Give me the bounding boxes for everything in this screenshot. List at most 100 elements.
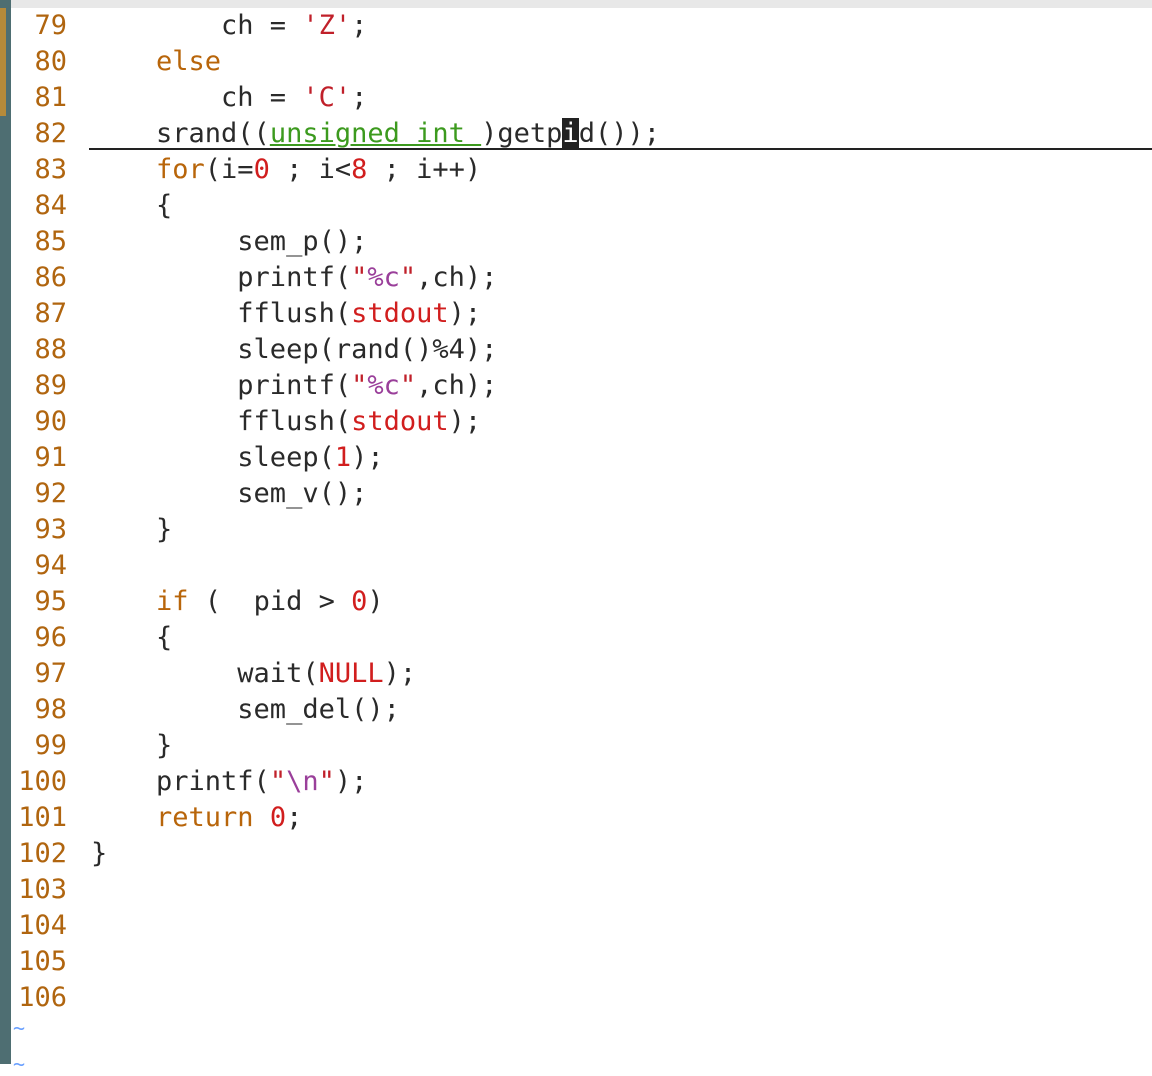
- code-token: sem_del();: [91, 694, 400, 725]
- line-number: 79: [34, 10, 67, 41]
- code-token: ch =: [91, 10, 303, 41]
- code-editor[interactable]: 79 ch = 'Z'; 80 else 81 ch = 'C'; 82 srand(…: [11, 8, 1152, 1076]
- code-line[interactable]: 89 printf("%c",ch);: [11, 368, 1152, 404]
- code-text[interactable]: if ( pid > 0): [91, 584, 384, 620]
- code-line[interactable]: 99 }: [11, 728, 1152, 764]
- code-token: fflush(: [91, 298, 352, 329]
- code-text[interactable]: printf("\n");: [91, 764, 367, 800]
- code-token: %c: [367, 262, 400, 293]
- line-number: 103: [18, 874, 67, 905]
- code-token: );: [334, 766, 368, 797]
- code-text[interactable]: for(i=0 ; i<8 ; i++): [91, 152, 481, 188]
- code-token: );: [351, 442, 384, 473]
- code-token: 0: [351, 586, 368, 617]
- code-text[interactable]: ch = 'C';: [91, 80, 367, 116]
- code-line[interactable]: 102}: [11, 836, 1152, 872]
- code-token: srand((: [91, 118, 270, 149]
- code-text[interactable]: }: [91, 728, 172, 764]
- code-token: ": [318, 766, 335, 797]
- code-text[interactable]: return 0;: [91, 800, 302, 836]
- code-token: ": [399, 370, 417, 401]
- code-line[interactable]: 100 printf("\n");: [11, 764, 1152, 800]
- code-line[interactable]: 96 {: [11, 620, 1152, 656]
- code-token: if: [91, 586, 189, 617]
- code-line[interactable]: 98 sem_del();: [11, 692, 1152, 728]
- code-text[interactable]: wait(NULL);: [91, 656, 416, 692]
- code-token: ": [399, 262, 417, 293]
- code-line[interactable]: 94: [11, 548, 1152, 584]
- code-line[interactable]: 80 else: [11, 44, 1152, 80]
- code-token: {: [91, 622, 173, 653]
- code-text[interactable]: {: [91, 620, 172, 656]
- line-number: 99: [34, 730, 67, 761]
- line-number: 94: [34, 550, 67, 581]
- code-line[interactable]: 85 sem_p();: [11, 224, 1152, 260]
- text-cursor: i: [562, 118, 579, 149]
- line-number: 89: [34, 370, 67, 401]
- code-line[interactable]: 84 {: [11, 188, 1152, 224]
- code-text[interactable]: sem_p();: [91, 224, 367, 260]
- line-number: 102: [18, 838, 67, 869]
- left-edge-notch: [0, 8, 6, 116]
- code-line[interactable]: 82 srand((unsigned int )getpid());: [11, 116, 1152, 152]
- code-text[interactable]: fflush(stdout);: [91, 404, 481, 440]
- code-token: }: [91, 730, 173, 761]
- code-line[interactable]: 95 if ( pid > 0): [11, 584, 1152, 620]
- code-line[interactable]: 81 ch = 'C';: [11, 80, 1152, 116]
- code-line[interactable]: 79 ch = 'Z';: [11, 8, 1152, 44]
- code-line[interactable]: 83 for(i=0 ; i<8 ; i++): [11, 152, 1152, 188]
- line-number: 97: [34, 658, 67, 689]
- code-token: (i=: [204, 154, 254, 185]
- code-token: ": [351, 262, 368, 293]
- code-text[interactable]: printf("%c",ch);: [91, 368, 497, 404]
- line-number: 101: [18, 802, 67, 833]
- code-token: );: [448, 298, 482, 329]
- code-line[interactable]: 87 fflush(stdout);: [11, 296, 1152, 332]
- code-token: ,ch);: [416, 370, 498, 401]
- code-token: NULL: [318, 658, 384, 689]
- code-token: );: [448, 406, 482, 437]
- line-number: 80: [34, 46, 67, 77]
- code-text[interactable]: sem_del();: [91, 692, 400, 728]
- code-line[interactable]: 103: [11, 872, 1152, 908]
- code-text[interactable]: ch = 'Z';: [91, 8, 367, 44]
- code-token: ; i++): [367, 154, 482, 185]
- code-line[interactable]: 86 printf("%c",ch);: [11, 260, 1152, 296]
- code-text[interactable]: sleep(1);: [91, 440, 384, 476]
- code-text[interactable]: printf("%c",ch);: [91, 260, 497, 296]
- code-token: printf(: [91, 370, 352, 401]
- code-line[interactable]: 91 sleep(1);: [11, 440, 1152, 476]
- code-line[interactable]: 90 fflush(stdout);: [11, 404, 1152, 440]
- code-token: sem_v();: [91, 478, 368, 509]
- line-number: 82: [34, 118, 67, 149]
- line-number: 87: [34, 298, 67, 329]
- code-token: printf(: [91, 262, 352, 293]
- code-token: 0: [253, 154, 270, 185]
- code-token: printf(: [91, 766, 270, 797]
- code-token: sleep(rand()%4);: [91, 334, 498, 365]
- code-line[interactable]: 93 }: [11, 512, 1152, 548]
- code-text[interactable]: fflush(stdout);: [91, 296, 481, 332]
- code-line[interactable]: 104: [11, 908, 1152, 944]
- line-number: 83: [34, 154, 67, 185]
- code-line[interactable]: 97 wait(NULL);: [11, 656, 1152, 692]
- code-token: ": [269, 766, 287, 797]
- code-line[interactable]: 105: [11, 944, 1152, 980]
- code-text[interactable]: else: [91, 44, 221, 80]
- empty-line-tilde: ~: [13, 1052, 26, 1076]
- code-line[interactable]: 101 return 0;: [11, 800, 1152, 836]
- code-text[interactable]: sleep(rand()%4);: [91, 332, 497, 368]
- code-text[interactable]: }: [91, 836, 107, 872]
- code-line[interactable]: 88 sleep(rand()%4);: [11, 332, 1152, 368]
- code-text[interactable]: sem_v();: [91, 476, 367, 512]
- code-token: ;: [351, 82, 368, 113]
- code-token: ch =: [91, 82, 303, 113]
- code-token: ;: [286, 802, 303, 833]
- code-token: ;: [351, 10, 368, 41]
- line-number: 96: [34, 622, 67, 653]
- code-line[interactable]: 106: [11, 980, 1152, 1016]
- code-text[interactable]: srand((unsigned int )getpid());: [91, 116, 660, 152]
- code-text[interactable]: {: [91, 188, 172, 224]
- code-text[interactable]: }: [91, 512, 172, 548]
- code-line[interactable]: 92 sem_v();: [11, 476, 1152, 512]
